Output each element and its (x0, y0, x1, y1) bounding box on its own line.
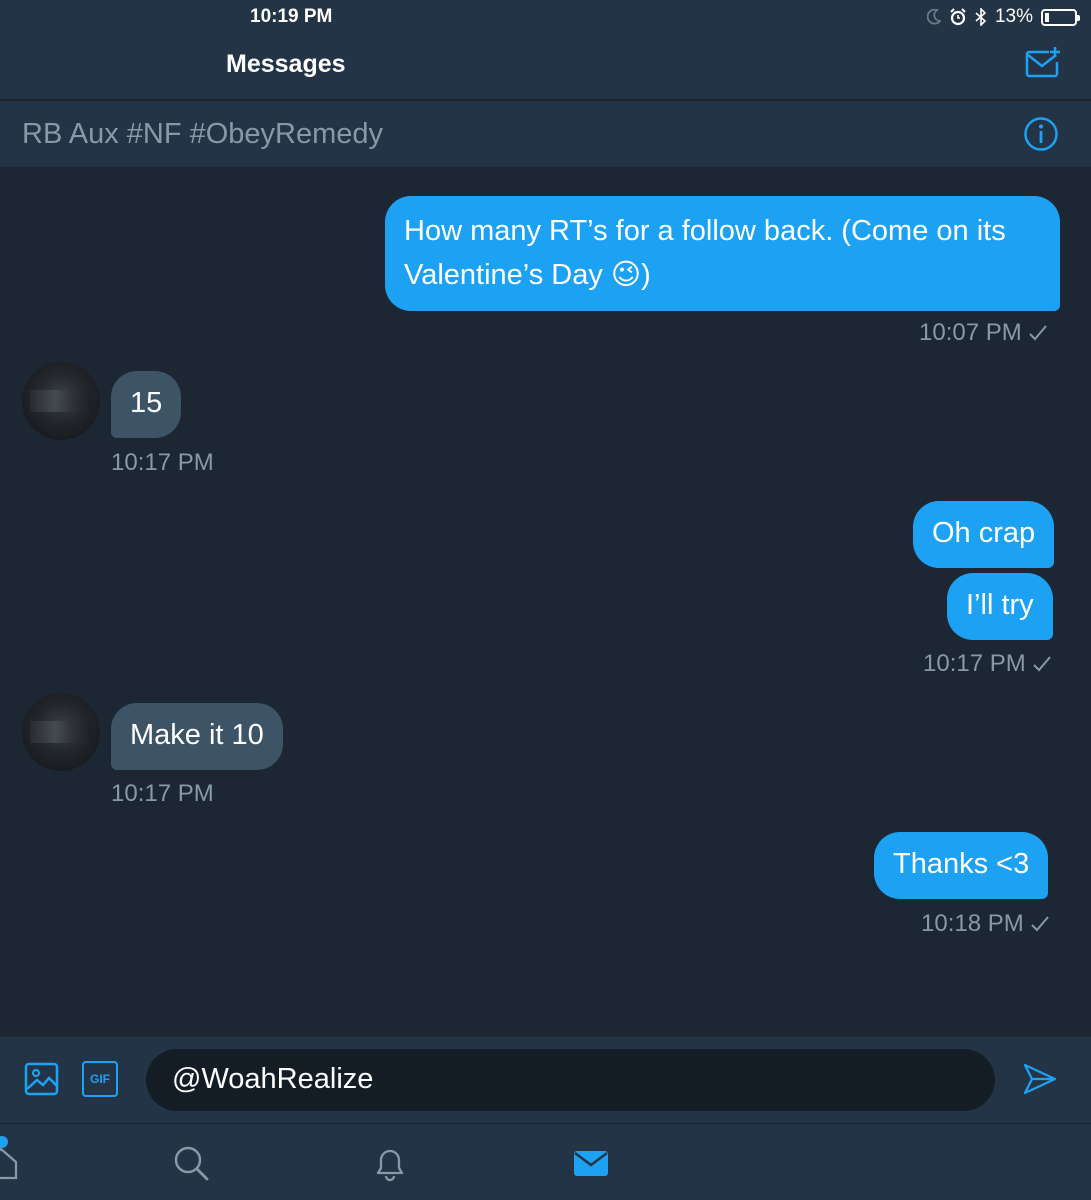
avatar[interactable] (22, 693, 100, 771)
battery-icon (1041, 8, 1080, 26)
tab-bar (0, 1123, 1091, 1200)
outgoing-message[interactable]: Oh crap (913, 501, 1055, 568)
home-icon[interactable] (0, 1144, 20, 1182)
conversation-header: RB Aux #NF #ObeyRemedy (0, 101, 1091, 167)
conversation-title: RB Aux #NF #ObeyRemedy (22, 118, 384, 150)
incoming-message[interactable]: 15 (111, 371, 182, 438)
status-icons: 13% (926, 6, 1080, 28)
outgoing-message[interactable]: I’ll try (947, 573, 1053, 640)
send-icon[interactable] (1022, 1061, 1058, 1097)
bluetooth-icon (975, 8, 987, 26)
sent-check-icon (1029, 325, 1047, 341)
status-time: 10:19 PM (250, 6, 333, 27)
battery-percent: 13% (994, 6, 1033, 27)
image-icon[interactable] (24, 1061, 60, 1097)
notifications-icon[interactable] (371, 1144, 409, 1182)
message-timestamp: 10:07 PM (919, 319, 1048, 347)
message-timestamp: 10:17 PM (111, 780, 214, 807)
messages-icon[interactable] (572, 1144, 610, 1182)
message-composer: GIF @WoahRealize (0, 1037, 1091, 1123)
compose-mail-icon[interactable] (1025, 46, 1061, 82)
sent-check-icon (1031, 916, 1049, 932)
message-timestamp: 10:18 PM (921, 910, 1050, 938)
incoming-message[interactable]: Make it 10 (111, 703, 283, 770)
page-title: Messages (226, 50, 346, 78)
info-icon[interactable] (1023, 116, 1059, 152)
sent-check-icon (1033, 656, 1051, 672)
gif-label: GIF (90, 1072, 110, 1086)
message-input[interactable]: @WoahRealize (146, 1049, 995, 1111)
header: 10:19 PM 13% Messages (0, 0, 1091, 100)
gif-button[interactable]: GIF (82, 1061, 118, 1097)
avatar[interactable] (22, 362, 100, 440)
moon-icon (926, 9, 941, 25)
alarm-icon (950, 8, 966, 26)
outgoing-message[interactable]: Thanks <3 (874, 832, 1049, 899)
message-timestamp: 10:17 PM (111, 449, 214, 476)
message-timestamp: 10:17 PM (923, 650, 1052, 678)
message-line: How many RT’s for a follow back. (Come o… (404, 215, 1006, 247)
outgoing-message[interactable]: How many RT’s for a follow back. (Come o… (385, 196, 1060, 311)
message-line: Valentine’s Day 😉) (404, 259, 651, 291)
search-icon[interactable] (172, 1144, 210, 1182)
